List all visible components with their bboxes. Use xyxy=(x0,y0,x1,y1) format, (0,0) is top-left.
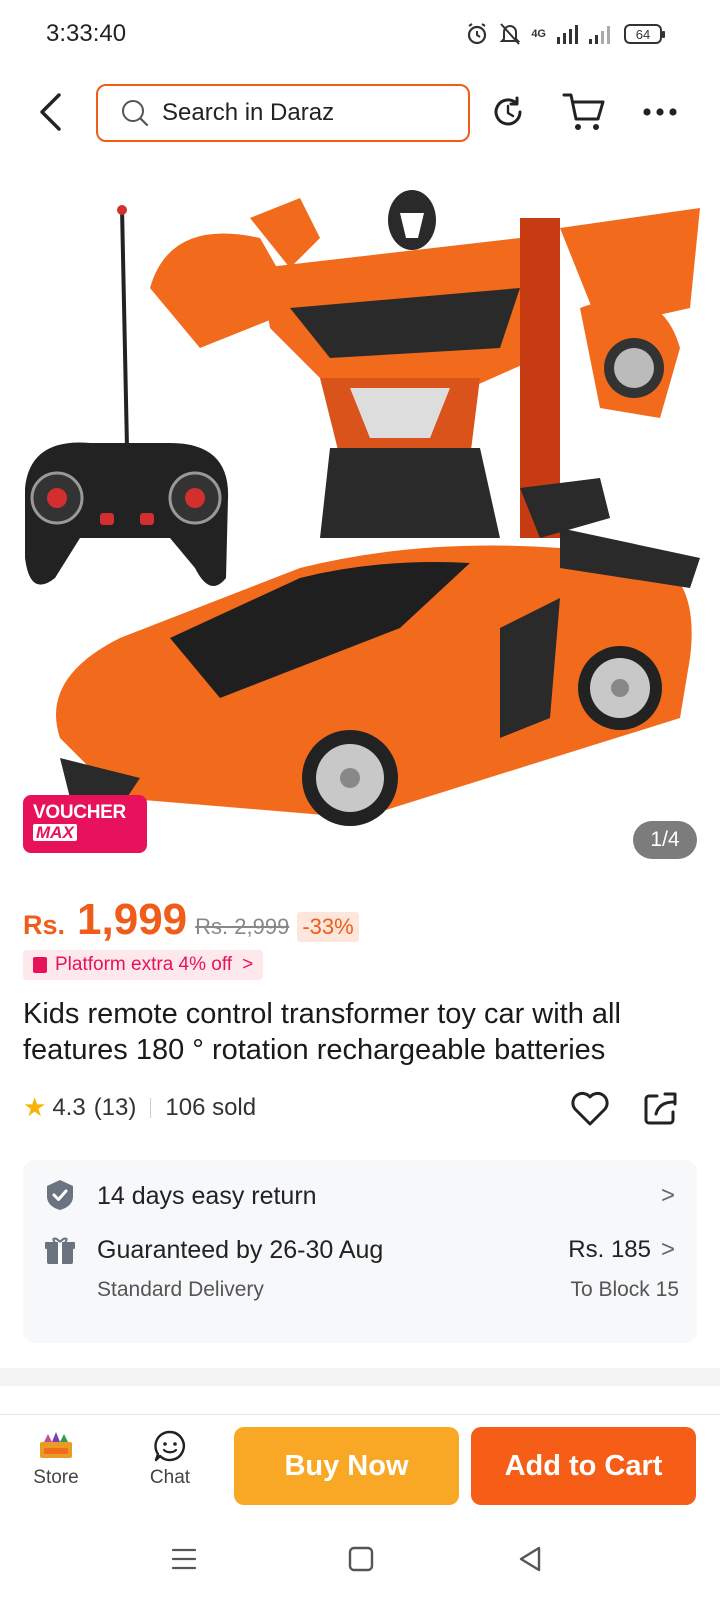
home-button[interactable] xyxy=(339,1542,383,1576)
store-label: Store xyxy=(33,1467,79,1488)
delivery-location: To Block 15 xyxy=(570,1278,679,1301)
original-price: Rs. 2,999 xyxy=(195,914,290,939)
delivery-guarantee: Guaranteed by 26-30 Aug xyxy=(97,1236,384,1264)
cart-button[interactable] xyxy=(560,88,608,136)
signal-icon xyxy=(557,25,578,44)
delivery-chevron-icon: > xyxy=(660,1236,675,1263)
store-logo-icon xyxy=(16,1429,96,1463)
gift-box-icon xyxy=(45,1237,75,1264)
search-input[interactable] xyxy=(162,99,442,127)
service-info-card: 14 days easy return > Guaranteed by 26-3… xyxy=(23,1160,697,1343)
square-icon xyxy=(348,1546,374,1572)
status-icons: 4G 64 xyxy=(465,22,665,46)
divider xyxy=(150,1097,152,1118)
promo-tag-icon xyxy=(33,957,47,973)
shield-check-icon xyxy=(47,1180,73,1210)
menu-icon xyxy=(171,1548,197,1570)
back-button[interactable] xyxy=(30,90,70,134)
star-icon: ★ xyxy=(23,1092,47,1122)
robot-figure xyxy=(150,190,700,538)
product-photo xyxy=(25,190,700,826)
triangle-back-icon xyxy=(519,1546,541,1572)
status-bar: 3:33:40 4G 64 xyxy=(0,0,720,70)
buy-now-button[interactable]: Buy Now xyxy=(234,1427,459,1505)
heart-icon xyxy=(571,1091,609,1126)
search-icon xyxy=(122,100,149,127)
section-divider xyxy=(0,1368,720,1386)
delivery-type: Standard Delivery xyxy=(97,1278,264,1301)
chat-button[interactable]: Chat xyxy=(130,1429,210,1489)
delivery-row[interactable]: Guaranteed by 26-30 Aug Standard Deliver… xyxy=(23,1234,697,1342)
sold-count: 106 sold xyxy=(165,1093,257,1121)
more-button[interactable] xyxy=(636,88,684,136)
network-type-label: 4G xyxy=(531,28,546,40)
return-policy-row[interactable]: 14 days easy return > xyxy=(23,1160,697,1234)
status-time: 3:33:40 xyxy=(46,20,127,47)
price-currency: Rs. xyxy=(23,910,66,940)
battery-icon: 64 xyxy=(624,24,665,44)
chevron-left-icon xyxy=(40,93,61,131)
promo-chevron-icon: > xyxy=(242,954,254,975)
delivery-price: Rs. 185 xyxy=(568,1236,651,1263)
rating-value: 4.3 xyxy=(52,1093,86,1121)
price-row: Rs. 1,999 Rs. 2,999 -33% xyxy=(23,895,359,945)
system-back-button[interactable] xyxy=(508,1542,552,1576)
alarm-icon xyxy=(468,23,487,45)
recent-apps-button[interactable] xyxy=(162,1542,206,1576)
image-counter: 1/4 xyxy=(633,821,697,859)
add-to-cart-button[interactable]: Add to Cart xyxy=(471,1427,696,1505)
rating-row[interactable]: ★ 4.3 (13) 106 sold xyxy=(23,1092,256,1123)
return-text: 14 days easy return xyxy=(97,1182,317,1210)
chat-icon xyxy=(130,1429,210,1463)
battery-level: 64 xyxy=(635,26,651,42)
bell-muted-icon xyxy=(499,23,521,45)
discount-badge: -33% xyxy=(297,912,359,942)
chat-label: Chat xyxy=(149,1467,191,1488)
voucher-max-badge: VOUCHER MAX xyxy=(23,795,147,853)
price-amount: 1,999 xyxy=(77,895,188,944)
bottom-action-bar: Store Chat Buy Now Add to Cart xyxy=(0,1414,720,1514)
voucher-line2: MAX xyxy=(33,824,77,841)
product-title: Kids remote control transformer toy car … xyxy=(23,998,621,1066)
share-icon xyxy=(644,1092,677,1125)
promo-text: Platform extra 4% off xyxy=(55,954,233,975)
share-button[interactable] xyxy=(636,1085,684,1133)
product-image[interactable] xyxy=(0,158,720,870)
more-icon xyxy=(643,108,677,116)
store-button[interactable]: Store xyxy=(16,1429,96,1489)
system-nav-bar xyxy=(0,1514,720,1600)
signal-weak-icon xyxy=(589,26,610,44)
reload-icon xyxy=(494,96,522,126)
favorite-button[interactable] xyxy=(566,1085,614,1133)
reload-button[interactable] xyxy=(484,88,532,136)
rating-count: (13) xyxy=(93,1093,137,1121)
top-bar xyxy=(0,80,720,144)
voucher-line1: VOUCHER xyxy=(33,802,126,823)
return-chevron-icon: > xyxy=(660,1182,675,1209)
cart-icon xyxy=(562,93,605,130)
search-box[interactable] xyxy=(96,84,470,142)
toy-car xyxy=(56,528,700,826)
platform-promo[interactable]: Platform extra 4% off > xyxy=(23,950,264,980)
